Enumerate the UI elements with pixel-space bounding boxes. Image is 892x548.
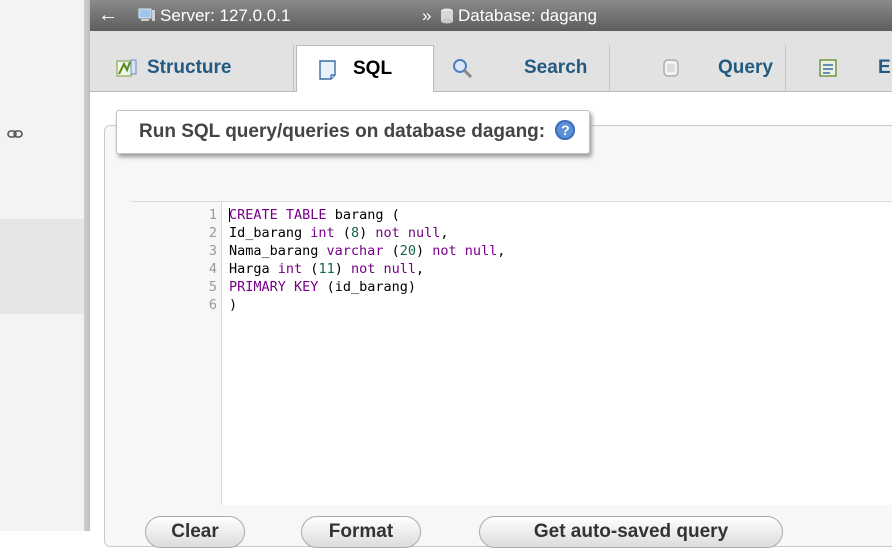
search-icon xyxy=(453,59,473,79)
clear-button[interactable]: Clear xyxy=(145,516,245,548)
breadcrumb-server-link[interactable]: Server: 127.0.0.1 xyxy=(160,0,290,31)
query-icon xyxy=(663,59,679,77)
code-line[interactable]: Nama_barang varchar (20) not null, xyxy=(229,242,505,260)
breadcrumb-separator: » xyxy=(422,6,432,25)
left-navigation-panel xyxy=(0,0,84,531)
sql-icon xyxy=(319,60,336,80)
tab-bar: Structure SQL Search Query E xyxy=(90,31,892,92)
code-line[interactable]: PRIMARY KEY (id_barang) xyxy=(229,278,416,296)
code-line[interactable]: Id_barang int (8) not null, xyxy=(229,224,449,242)
sql-editor[interactable]: 1 2 3 4 5 6 CREATE TABLE barang ( Id_bar… xyxy=(131,201,892,505)
back-arrow-icon[interactable]: ← xyxy=(98,0,118,30)
main-content: 1 2 3 4 5 6 CREATE TABLE barang ( Id_bar… xyxy=(90,92,892,548)
line-number: 4 xyxy=(208,261,217,277)
tab-search[interactable]: Search xyxy=(436,45,610,91)
breadcrumb-database-link[interactable]: Database: dagang xyxy=(458,0,597,31)
code-line[interactable]: ) xyxy=(229,296,237,314)
tab-query[interactable]: Query xyxy=(612,45,786,91)
code-line[interactable]: Harga int (11) not null, xyxy=(229,260,424,278)
panel-title: Run SQL query/queries on database dagang… xyxy=(116,110,591,154)
sql-query-fieldset: 1 2 3 4 5 6 CREATE TABLE barang ( Id_bar… xyxy=(104,125,892,548)
help-icon[interactable] xyxy=(555,119,576,140)
link-icon[interactable] xyxy=(7,128,23,140)
line-number: 1 xyxy=(208,207,217,223)
tab-sql-label: SQL xyxy=(353,58,393,79)
tab-structure[interactable]: Structure xyxy=(102,45,294,91)
tab-structure-label: Structure xyxy=(147,57,232,78)
tab-export-label: E xyxy=(878,57,891,78)
database-icon xyxy=(441,8,453,24)
panel-title-text: Run SQL query/queries on database dagang… xyxy=(139,121,546,142)
line-number: 5 xyxy=(208,279,217,295)
structure-icon xyxy=(116,59,137,77)
get-autosaved-query-button[interactable]: Get auto-saved query xyxy=(479,516,783,548)
format-button[interactable]: Format xyxy=(301,516,421,548)
line-number: 6 xyxy=(208,297,217,313)
line-number: 3 xyxy=(208,243,217,259)
tab-export[interactable]: E xyxy=(788,45,892,91)
export-icon xyxy=(819,59,837,77)
breadcrumb: ← Server: 127.0.0.1 » Database: dagang xyxy=(90,0,892,31)
tab-query-label: Query xyxy=(718,57,773,78)
tab-sql[interactable]: SQL xyxy=(296,45,434,92)
tab-search-label: Search xyxy=(524,57,588,78)
server-icon xyxy=(138,8,155,21)
navigation-highlight-band xyxy=(0,219,84,314)
code-line[interactable]: CREATE TABLE barang ( xyxy=(229,206,400,224)
line-number: 2 xyxy=(208,225,217,241)
